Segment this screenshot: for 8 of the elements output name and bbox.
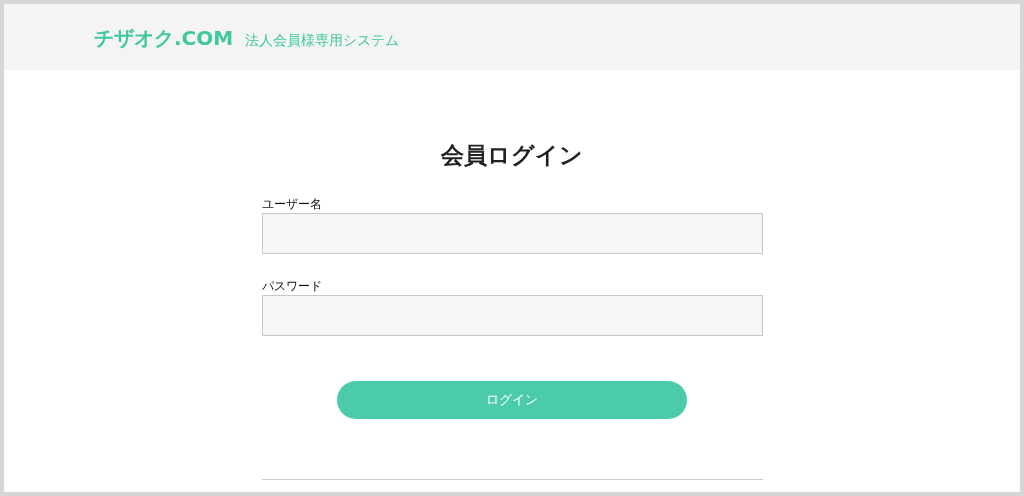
input-field[interactable] (261, 295, 763, 336)
field-label: ユーザー名 (261, 197, 323, 211)
login-button[interactable]: ログイン (337, 381, 687, 419)
page-title: 会員ログイン (441, 144, 583, 167)
input-field[interactable] (261, 213, 763, 254)
site-subtitle: 法人会員様専用システム (245, 33, 400, 47)
field-label: パスワード (261, 279, 323, 293)
logo[interactable]: チザオク.COM (94, 28, 234, 48)
